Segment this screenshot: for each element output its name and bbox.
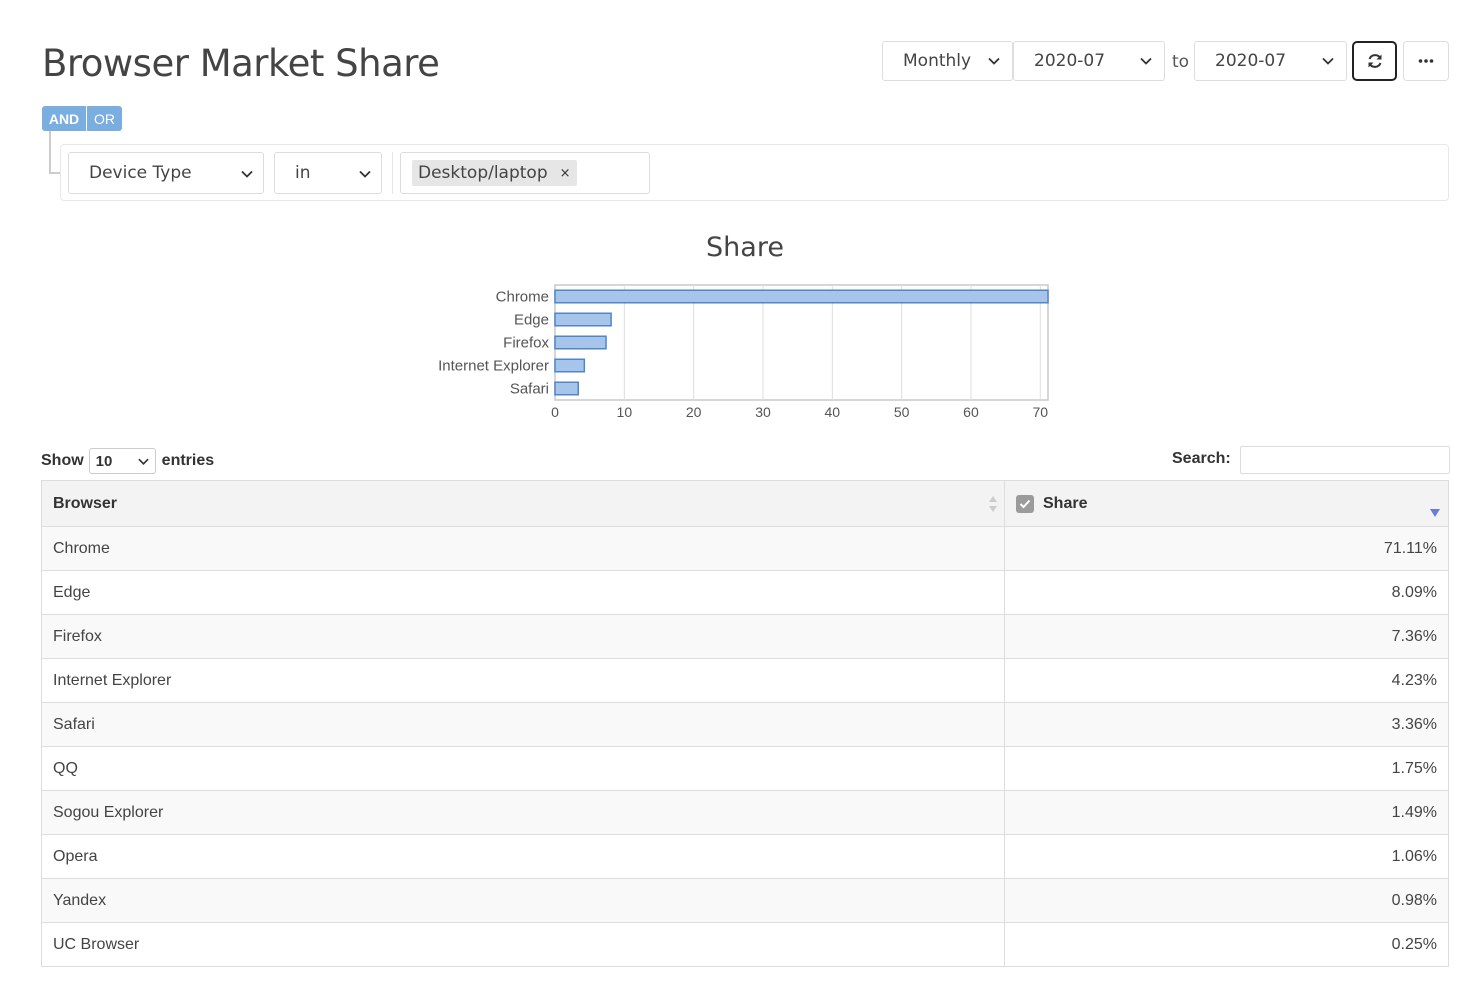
table-row[interactable]: Safari 3.36% [41, 702, 1449, 747]
filter-field-value: Device Type [89, 163, 192, 183]
table-row[interactable]: Yandex 0.98% [41, 878, 1449, 923]
column-header-share[interactable]: Share [1004, 480, 1449, 527]
x-tick-label: 40 [825, 404, 841, 420]
bar-chrome [554, 289, 1049, 304]
period-select-value: Monthly [903, 51, 972, 71]
share-cell: 3.36% [1004, 702, 1449, 747]
sort-desc-icon [1430, 509, 1440, 517]
x-tick-label: 30 [755, 404, 771, 420]
to-month-value: 2020-07 [1215, 51, 1287, 71]
search-input[interactable] [1240, 446, 1450, 474]
to-label: to [1172, 52, 1190, 72]
bar-firefox [554, 335, 607, 350]
share-bar-chart: 0 10 20 30 40 50 60 70 Chrome Edge Firefox Internet… [438, 284, 1049, 420]
bar-internet-explorer [554, 358, 586, 373]
checkmark-icon [1019, 499, 1031, 508]
bar-edge [554, 312, 612, 327]
sort-both-icon [989, 496, 997, 512]
share-cell: 0.25% [1004, 922, 1449, 967]
browser-cell: QQ [41, 746, 1005, 791]
page-length-control: Show 10 entries [41, 448, 214, 474]
x-tick-label: 70 [1033, 404, 1049, 420]
bar-safari [554, 381, 580, 396]
chevron-down-icon [988, 57, 1000, 65]
browser-cell: Opera [41, 834, 1005, 879]
and-button[interactable]: AND [42, 106, 86, 131]
table-row[interactable]: Sogou Explorer 1.49% [41, 790, 1449, 835]
browser-cell: Firefox [41, 614, 1005, 659]
x-tick-label: 10 [617, 404, 633, 420]
column-header-browser[interactable]: Browser [41, 480, 1005, 527]
from-month-value: 2020-07 [1034, 51, 1106, 71]
table-row[interactable]: UC Browser 0.25% [41, 922, 1449, 967]
show-label: Show [41, 452, 84, 469]
filter-group [60, 144, 1449, 201]
chevron-down-icon [138, 458, 149, 465]
chart-title: Share [706, 232, 784, 263]
column-visibility-checkbox[interactable] [1016, 494, 1034, 513]
table-row[interactable]: Firefox 7.36% [41, 614, 1449, 659]
search-label: Search: [1172, 450, 1231, 467]
table-row[interactable]: QQ 1.75% [41, 746, 1449, 791]
page-size-value: 10 [95, 452, 113, 470]
share-cell: 8.09% [1004, 570, 1449, 615]
table-row[interactable]: Edge 8.09% [41, 570, 1449, 615]
filter-value-input[interactable]: Desktop/laptop × [400, 152, 650, 194]
page-title: Browser Market Share [42, 42, 440, 85]
y-category-label: Chrome [496, 289, 549, 306]
column-header-label: Share [1043, 494, 1088, 512]
filter-value-tag: Desktop/laptop × [412, 160, 577, 186]
share-cell: 1.06% [1004, 834, 1449, 879]
table-row[interactable]: Opera 1.06% [41, 834, 1449, 879]
to-month-select[interactable]: 2020-07 [1194, 41, 1347, 81]
refresh-button[interactable] [1352, 41, 1397, 81]
or-button[interactable]: OR [87, 106, 122, 131]
y-category-label: Firefox [503, 335, 549, 352]
filter-value-tag-label: Desktop/laptop [418, 163, 548, 183]
filter-divider [392, 152, 393, 194]
share-cell: 71.11% [1004, 526, 1449, 571]
column-header-label: Browser [53, 494, 118, 512]
page-size-select[interactable]: 10 [88, 448, 156, 474]
x-tick-label: 60 [963, 404, 979, 420]
share-cell: 0.98% [1004, 878, 1449, 923]
share-cell: 1.75% [1004, 746, 1449, 791]
share-cell: 4.23% [1004, 658, 1449, 703]
y-category-label: Safari [510, 381, 549, 398]
filter-operator-value: in [295, 163, 311, 183]
share-cell: 1.49% [1004, 790, 1449, 835]
table-header-row: Browser Share [41, 480, 1449, 527]
browser-cell: Edge [41, 570, 1005, 615]
browser-cell: Safari [41, 702, 1005, 747]
x-tick-label: 0 [551, 404, 559, 420]
browser-cell: Sogou Explorer [41, 790, 1005, 835]
data-table: Browser Share Chrome 71.11% Edge 8.09% Firef… [41, 480, 1449, 967]
browser-cell: Yandex [41, 878, 1005, 923]
tag-remove-icon[interactable]: × [560, 166, 571, 181]
browser-cell: Internet Explorer [41, 658, 1005, 703]
chevron-down-icon [359, 170, 371, 178]
browser-cell: Chrome [41, 526, 1005, 571]
y-category-label: Internet Explorer [438, 358, 549, 375]
from-month-select[interactable]: 2020-07 [1013, 41, 1165, 81]
table-row[interactable]: Internet Explorer 4.23% [41, 658, 1449, 703]
chevron-down-icon [241, 170, 253, 178]
share-cell: 7.36% [1004, 614, 1449, 659]
x-tick-label: 50 [894, 404, 910, 420]
browser-cell: UC Browser [41, 922, 1005, 967]
filter-field-select[interactable]: Device Type [68, 152, 264, 194]
more-options-button[interactable] [1403, 41, 1449, 81]
y-category-label: Edge [514, 312, 549, 329]
ellipsis-icon [1418, 59, 1434, 63]
x-tick-label: 20 [686, 404, 702, 420]
refresh-icon [1368, 54, 1381, 68]
chevron-down-icon [1322, 57, 1334, 65]
filter-operator-select[interactable]: in [274, 152, 382, 194]
table-row[interactable]: Chrome 71.11% [41, 526, 1449, 571]
entries-label: entries [161, 452, 215, 469]
chevron-down-icon [1140, 57, 1152, 65]
period-select[interactable]: Monthly [882, 41, 1013, 81]
